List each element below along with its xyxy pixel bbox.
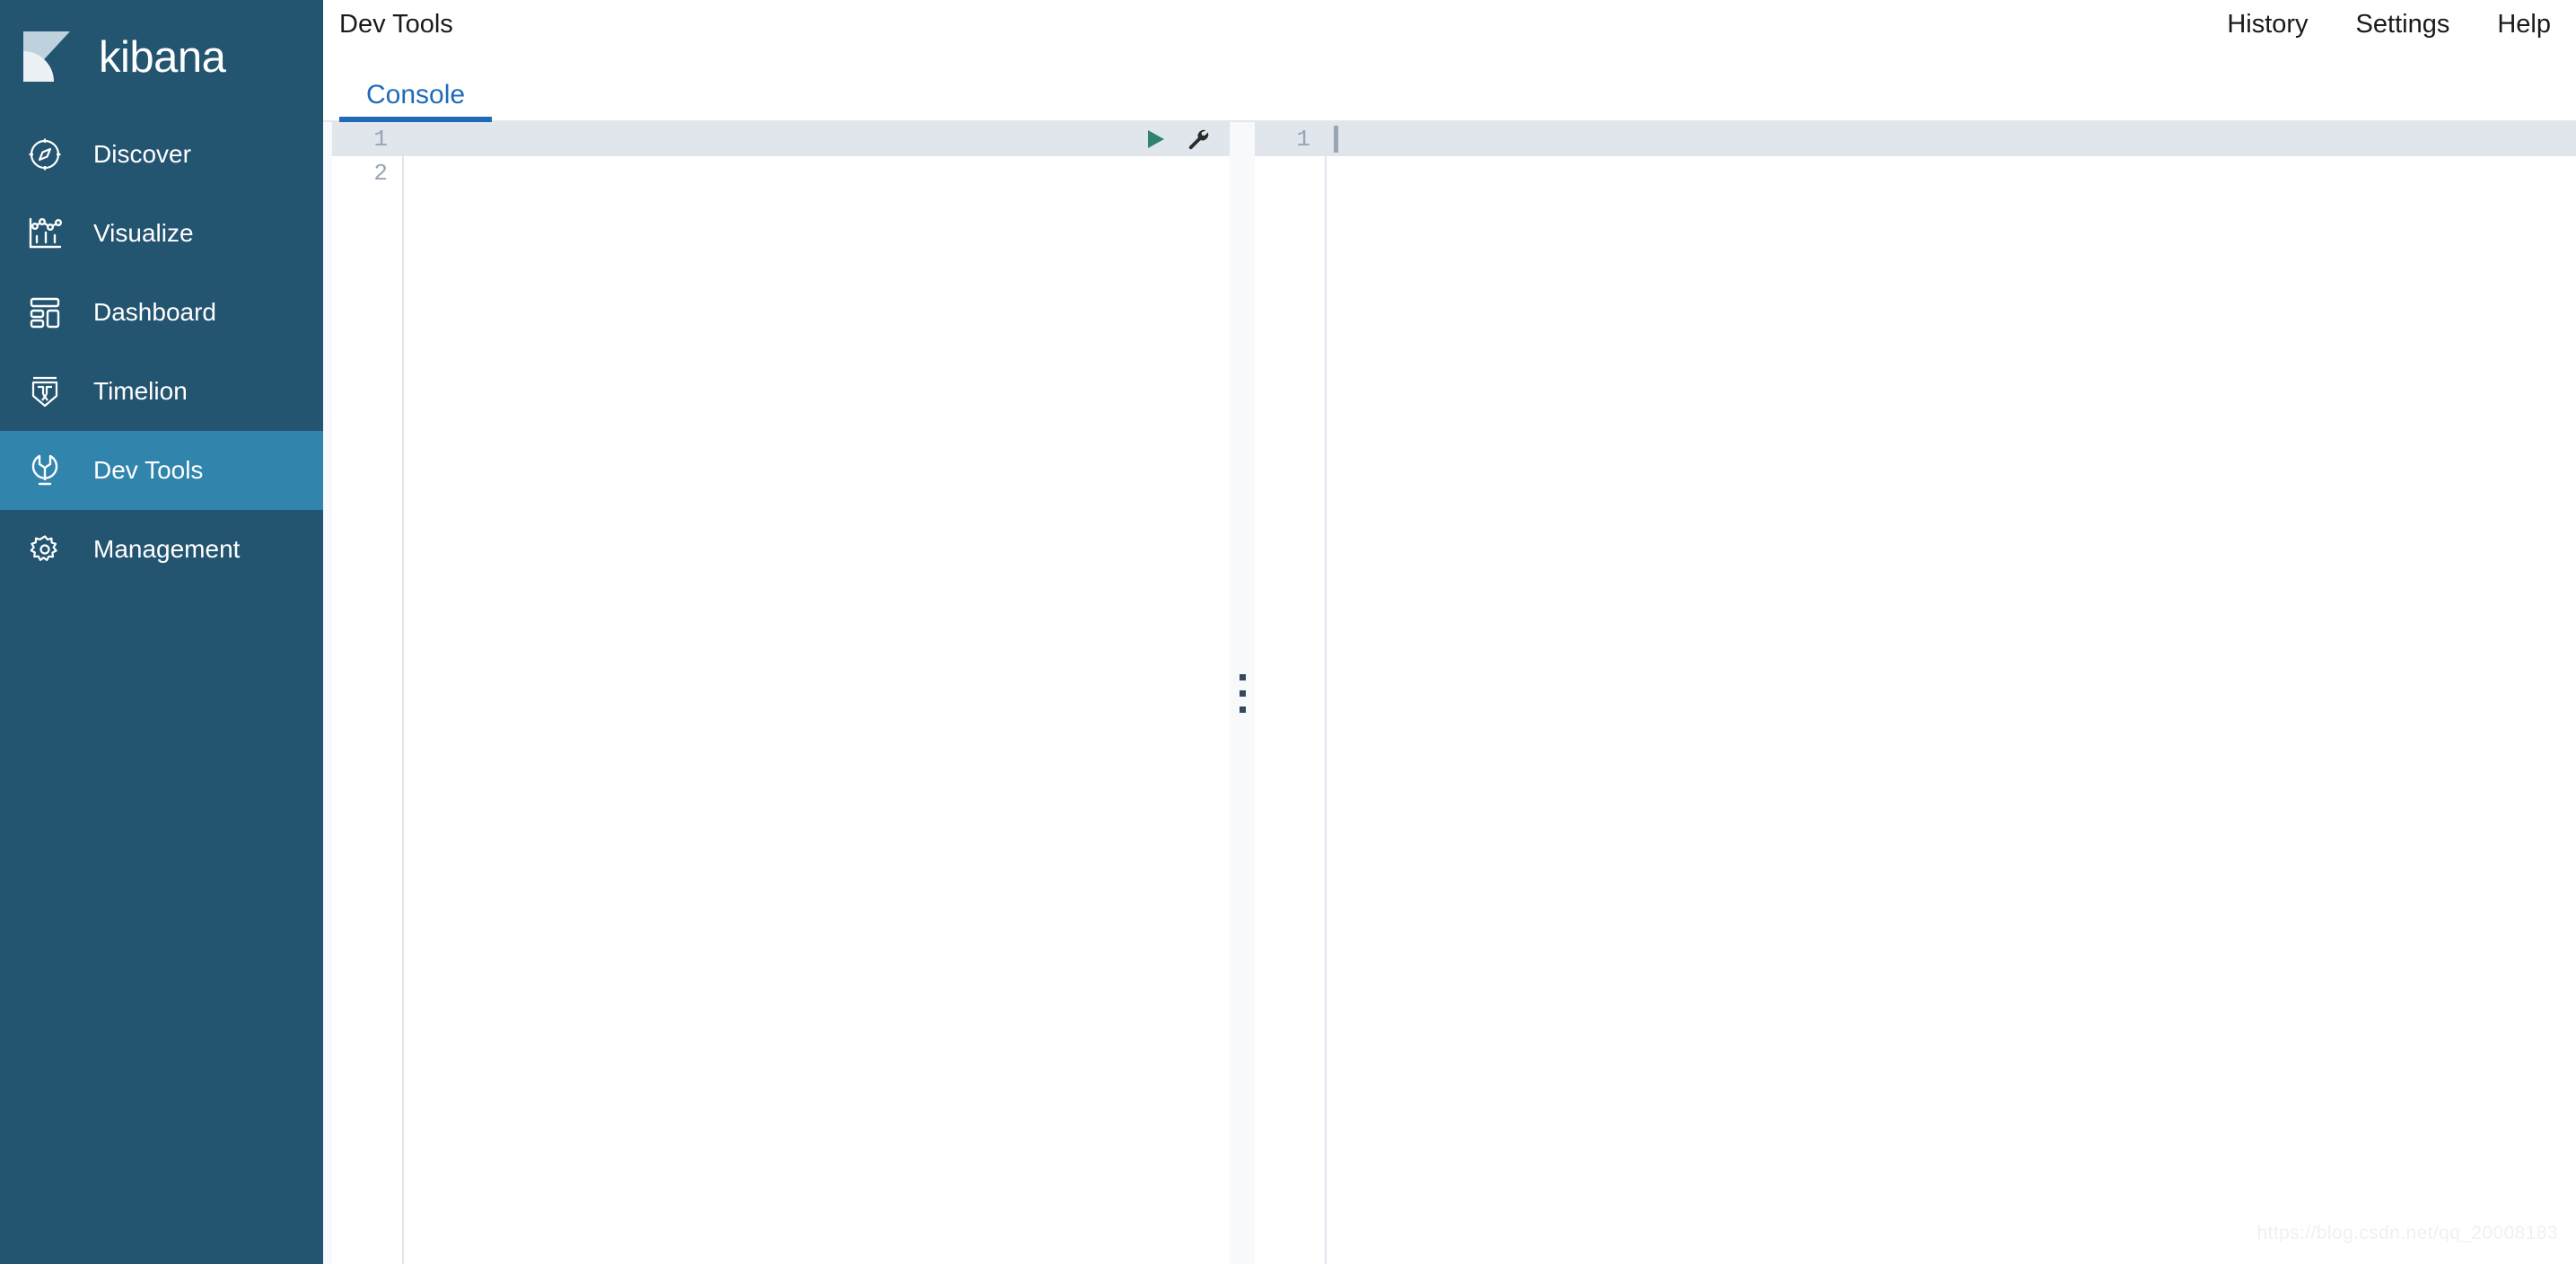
compass-icon — [20, 136, 70, 173]
bar-chart-icon — [20, 215, 70, 252]
code-line[interactable] — [1327, 122, 2576, 156]
tab-bar: Console — [323, 70, 2576, 122]
page-title: Dev Tools — [339, 10, 453, 39]
brand-name: kibana — [99, 32, 226, 82]
sidebar-item-label: Dev Tools — [93, 456, 204, 484]
sidebar-item-label: Visualize — [93, 219, 194, 247]
response-gutter: 1 — [1255, 122, 1327, 1264]
global-nav-sidebar: kibana Discover Visualize Dashboard Time… — [0, 0, 323, 1264]
console-workspace: 1 2 1 https://blog.csdn.net/qq_20008183 — [323, 122, 2576, 1264]
code-line[interactable] — [404, 122, 1230, 156]
sidebar-item-visualize[interactable]: Visualize — [0, 194, 323, 273]
send-request-button[interactable] — [1143, 127, 1167, 151]
dashboard-icon — [20, 294, 70, 331]
help-link[interactable]: Help — [2497, 10, 2551, 40]
sidebar-item-dashboard[interactable]: Dashboard — [0, 273, 323, 352]
grip-dots-icon — [1239, 673, 1246, 713]
request-editor[interactable]: 1 2 — [332, 122, 1230, 1264]
request-gutter: 1 2 — [332, 122, 404, 1264]
history-link[interactable]: History — [2227, 10, 2308, 40]
timelion-icon — [20, 373, 70, 410]
sidebar-item-discover[interactable]: Discover — [0, 115, 323, 194]
request-code-area[interactable] — [404, 122, 1230, 1264]
request-line-actions — [1143, 122, 1210, 156]
sidebar-item-label: Timelion — [93, 377, 188, 405]
kibana-app: kibana Discover Visualize Dashboard Time… — [0, 0, 2576, 1264]
wrench-icon — [20, 452, 70, 489]
gear-icon — [20, 531, 70, 568]
sidebar-item-timelion[interactable]: Timelion — [0, 352, 323, 431]
response-editor[interactable]: 1 — [1255, 122, 2576, 1264]
tab-console[interactable]: Console — [339, 82, 493, 122]
kibana-logo-icon — [20, 28, 79, 87]
app-header: Dev Tools History Settings Help — [323, 0, 2576, 70]
settings-link[interactable]: Settings — [2356, 10, 2450, 40]
sidebar-item-label: Discover — [93, 140, 191, 168]
request-options-button[interactable] — [1187, 127, 1210, 151]
response-code-area[interactable] — [1327, 122, 2576, 1264]
line-number: 1 — [332, 122, 402, 156]
sidebar-item-label: Management — [93, 535, 241, 563]
text-caret — [1334, 126, 1338, 153]
header-links: History Settings Help — [2227, 10, 2551, 40]
line-number: 1 — [1255, 122, 1325, 156]
sidebar-item-management[interactable]: Management — [0, 510, 323, 589]
line-number: 2 — [373, 160, 388, 187]
sidebar-item-dev-tools[interactable]: Dev Tools — [0, 431, 323, 510]
code-line[interactable] — [404, 156, 1230, 190]
brand-header[interactable]: kibana — [0, 0, 323, 115]
main-region: Dev Tools History Settings Help Console … — [323, 0, 2576, 1264]
panel-resizer[interactable] — [1230, 122, 1255, 1264]
sidebar-item-label: Dashboard — [93, 298, 216, 326]
